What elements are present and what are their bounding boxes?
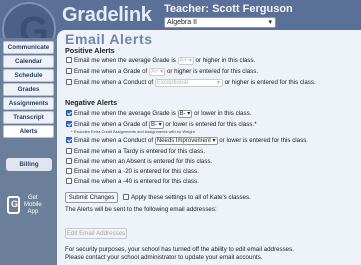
alert-text: or higher is entered for this class. <box>166 68 259 75</box>
conduct-select-value: Needs Improvement <box>156 138 211 144</box>
email-recipients-text: The Alerts will be sent to the following… <box>65 206 217 213</box>
negative-alerts-heading: Negative Alerts <box>65 98 118 107</box>
conduct-select[interactable]: Exceptional ▾ <box>154 79 223 87</box>
grade-select-value: B- <box>179 111 186 117</box>
alert-text: Email me when a Grade of <box>74 68 148 75</box>
negative-alert-minus-20: Email me when a -20 is entered for this … <box>66 167 199 176</box>
sidebar-item-communicate[interactable]: Communicate <box>3 41 54 54</box>
sidebar-item-transcript[interactable]: Transcript <box>3 111 54 124</box>
negative-alert-minus-40: Email me when a -40 is entered for this … <box>66 177 199 186</box>
sidebar-item-alerts[interactable]: Alerts <box>3 125 54 138</box>
alert-text: or lower in this class. <box>193 110 252 117</box>
security-notice-line-1: For security purposes, your school has t… <box>65 246 294 253</box>
teacher-name: Teacher: Scott Ferguson <box>164 3 293 15</box>
checkbox[interactable] <box>66 148 72 154</box>
negative-alert-avg-grade: Email me when the average Grade is B- ▾ … <box>66 109 251 118</box>
checkbox[interactable] <box>66 57 72 63</box>
alert-text: Email me when a Grade of <box>74 121 148 128</box>
get-mobile-app-link[interactable]: G Get Mobile App <box>4 194 54 222</box>
class-select[interactable]: Algebra II ▾ <box>164 17 276 28</box>
grade-select-value: B- <box>151 122 157 128</box>
negative-alert-conduct: Email me when a Conduct of Needs Improve… <box>66 136 308 145</box>
sidebar-item-calendar[interactable]: Calendar <box>3 55 54 68</box>
checkbox[interactable] <box>66 137 72 143</box>
checkbox[interactable] <box>66 79 72 85</box>
grade-select[interactable]: A+ ▾ <box>177 57 194 65</box>
positive-alerts-heading: Positive Alerts <box>65 46 115 55</box>
class-select-value: Algebra II <box>167 19 197 26</box>
checkbox[interactable] <box>66 168 72 174</box>
negative-alert-tardy: Email me when a Tardy is entered for thi… <box>66 147 205 156</box>
alert-text: Email me when a -20 is entered for this … <box>74 168 199 175</box>
alert-text: Email me when a Conduct of <box>74 79 154 86</box>
security-notice-line-2: Please contact your school administrator… <box>65 254 263 261</box>
alert-text: or lower is entered for this class.* <box>165 121 257 128</box>
negative-alert-absent: Email me when an Absent is entered for t… <box>66 157 212 166</box>
positive-alert-avg-grade: Email me when the average Grade is A+ ▾ … <box>66 56 255 65</box>
sidebar: Communicate Calendar Schedule Grades Ass… <box>0 38 57 265</box>
checkbox[interactable] <box>66 178 72 184</box>
sidebar-item-assignments[interactable]: Assignments <box>3 97 54 110</box>
sidebar-item-billing[interactable]: Billing <box>6 158 52 171</box>
edit-email-addresses-button[interactable]: Edit Email Addresses <box>65 228 127 239</box>
exclusion-note: * Excludes Extra Credit Assignments and … <box>71 129 195 134</box>
grade-select[interactable]: B- ▾ <box>177 110 193 118</box>
alert-text: or higher is entered for this class. <box>224 79 316 86</box>
alert-text: or higher in this class. <box>195 57 256 64</box>
alert-text: or lower is entered for this class. <box>219 137 309 144</box>
mobile-line-1: Get <box>28 195 38 201</box>
conduct-select[interactable]: Needs Improvement ▾ <box>154 137 218 145</box>
positive-alert-grade-entered: Email me when a Grade of A+ ▾ or higher … <box>66 67 258 76</box>
mobile-line-3: App <box>27 209 39 215</box>
page-title: Email Alerts <box>65 31 153 47</box>
sidebar-item-schedule[interactable]: Schedule <box>3 69 54 82</box>
apply-all-checkbox[interactable] <box>123 194 129 200</box>
apply-all-label: Apply these settings to all of Kate's cl… <box>131 194 251 201</box>
phone-icon: G <box>7 196 20 214</box>
conduct-select-value: Exceptional <box>156 80 188 86</box>
checkbox[interactable] <box>66 158 72 164</box>
negative-alert-grade-entered: Email me when a Grade of B- ▾ or lower i… <box>66 120 257 129</box>
alert-text: Email me when a -40 is entered for this … <box>74 178 199 185</box>
checkbox[interactable] <box>66 68 72 74</box>
grade-select[interactable]: A+ ▾ <box>149 68 166 76</box>
mobile-line-2: Mobile <box>24 202 42 208</box>
alert-text: Email me when the average Grade is <box>74 110 176 117</box>
checkbox[interactable] <box>66 110 72 116</box>
mobile-app-label: Get Mobile App <box>24 195 42 216</box>
apply-all-option: Apply these settings to all of Kate's cl… <box>123 193 251 202</box>
content-panel: Email Alerts Positive Alerts Email me wh… <box>57 30 361 265</box>
checkbox[interactable] <box>66 121 72 127</box>
positive-alert-conduct: Email me when a Conduct of Exceptional ▾ … <box>66 78 316 87</box>
brand-name: Gradelink <box>62 4 152 26</box>
alert-text: Email me when an Absent is entered for t… <box>74 158 213 165</box>
alert-text: Email me when a Conduct of <box>74 137 154 144</box>
grade-select-value: A+ <box>151 69 159 75</box>
grade-select-value: A+ <box>179 58 188 64</box>
grade-select[interactable]: B- ▾ <box>149 121 164 129</box>
sidebar-item-grades[interactable]: Grades <box>3 83 54 96</box>
chevron-down-icon: ▾ <box>268 19 272 26</box>
submit-changes-button[interactable]: Submit Changes <box>65 192 118 203</box>
alert-text: Email me when the average Grade is <box>74 57 176 64</box>
alert-text: Email me when a Tardy is entered for thi… <box>74 148 205 155</box>
